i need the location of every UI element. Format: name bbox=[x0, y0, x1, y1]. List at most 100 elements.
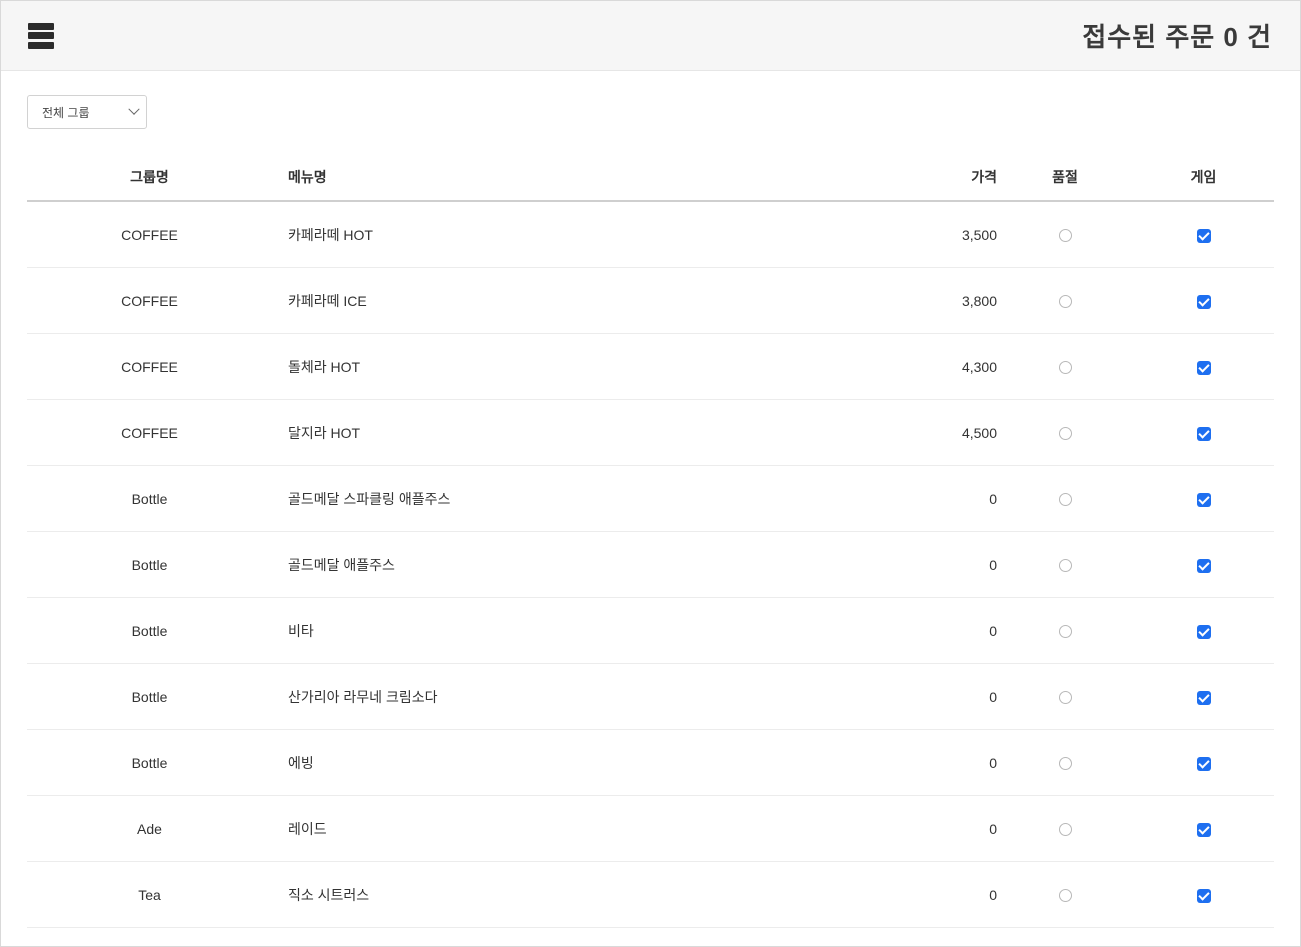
table-row: Bottle 산가리아 라무네 크림소다 0 bbox=[27, 663, 1274, 730]
display-checkbox[interactable] bbox=[1196, 756, 1211, 771]
row-menu-name: 카페라떼 ICE bbox=[272, 267, 877, 334]
table-row: Bottle 골드메달 애플주스 0 bbox=[27, 531, 1274, 598]
hamburger-icon[interactable] bbox=[28, 22, 54, 49]
menu-table-container: 그룹명 메뉴명 가격 품절 게임 COFFEE 카페라떼 HOT 3,500 COFF… bbox=[27, 153, 1274, 928]
hamburger-line bbox=[28, 22, 54, 30]
app-window: 접수된 주문 0 건 전체 그룹 그룹명 메뉴명 가격 품절 게임 COFFEE… bbox=[0, 0, 1301, 947]
row-price: 4,500 bbox=[877, 399, 997, 466]
row-menu-name: 카페라떼 HOT bbox=[272, 201, 877, 268]
menu-table: 그룹명 메뉴명 가격 품절 게임 COFFEE 카페라떼 HOT 3,500 COFF… bbox=[27, 153, 1274, 928]
chevron-down-icon bbox=[128, 103, 140, 115]
group-filter-value: 전체 그룹 bbox=[42, 105, 90, 120]
row-display-cell bbox=[1133, 729, 1274, 796]
display-checkbox[interactable] bbox=[1196, 492, 1211, 507]
row-group: Bottle bbox=[27, 597, 272, 664]
row-display-cell bbox=[1133, 531, 1274, 598]
hamburger-line bbox=[28, 32, 54, 39]
row-price: 0 bbox=[877, 531, 997, 598]
row-group: Bottle bbox=[27, 531, 272, 598]
soldout-radio[interactable] bbox=[1058, 691, 1072, 705]
soldout-radio[interactable] bbox=[1058, 559, 1072, 573]
row-price: 3,500 bbox=[877, 201, 997, 268]
row-price: 0 bbox=[877, 597, 997, 664]
table-row: Tea 직소 시트러스 0 bbox=[27, 861, 1274, 928]
soldout-radio[interactable] bbox=[1058, 757, 1072, 771]
row-price: 3,800 bbox=[877, 267, 997, 334]
row-menu-name: 비타 bbox=[272, 597, 877, 664]
display-checkbox[interactable] bbox=[1196, 888, 1211, 903]
row-group: Bottle bbox=[27, 663, 272, 730]
row-menu-name: 에빙 bbox=[272, 729, 877, 796]
row-soldout-cell bbox=[997, 795, 1133, 862]
header-display: 게임 bbox=[1133, 153, 1274, 202]
soldout-radio[interactable] bbox=[1058, 427, 1072, 441]
row-menu-name: 직소 시트러스 bbox=[272, 861, 877, 928]
row-price: 0 bbox=[877, 663, 997, 730]
row-group: COFFEE bbox=[27, 333, 272, 400]
row-display-cell bbox=[1133, 465, 1274, 532]
orders-status: 접수된 주문 0 건 bbox=[1082, 22, 1272, 52]
row-group: Bottle bbox=[27, 729, 272, 796]
soldout-radio[interactable] bbox=[1058, 295, 1072, 309]
row-display-cell bbox=[1133, 597, 1274, 664]
display-checkbox[interactable] bbox=[1196, 558, 1211, 573]
row-group: COFFEE bbox=[27, 201, 272, 268]
table-row: COFFEE 카페라떼 HOT 3,500 bbox=[27, 201, 1274, 268]
row-menu-name: 산가리아 라무네 크림소다 bbox=[272, 663, 877, 730]
row-display-cell bbox=[1133, 861, 1274, 928]
row-soldout-cell bbox=[997, 333, 1133, 400]
row-soldout-cell bbox=[997, 861, 1133, 928]
header-price: 가격 bbox=[877, 153, 997, 202]
row-group: Bottle bbox=[27, 465, 272, 532]
table-row: Bottle 골드메달 스파클링 애플주스 0 bbox=[27, 465, 1274, 532]
row-menu-name: 돌체라 HOT bbox=[272, 333, 877, 400]
row-menu-name: 달지라 HOT bbox=[272, 399, 877, 466]
group-filter-select[interactable]: 전체 그룹 bbox=[27, 95, 147, 129]
row-display-cell bbox=[1133, 399, 1274, 466]
soldout-radio[interactable] bbox=[1058, 823, 1072, 837]
row-display-cell bbox=[1133, 333, 1274, 400]
row-price: 0 bbox=[877, 861, 997, 928]
table-row: Bottle 에빙 0 bbox=[27, 729, 1274, 796]
row-price: 4,300 bbox=[877, 333, 997, 400]
display-checkbox[interactable] bbox=[1196, 228, 1211, 243]
display-checkbox[interactable] bbox=[1196, 360, 1211, 375]
soldout-radio[interactable] bbox=[1058, 229, 1072, 243]
display-checkbox[interactable] bbox=[1196, 822, 1211, 837]
filter-row: 전체 그룹 bbox=[1, 71, 1300, 153]
display-checkbox[interactable] bbox=[1196, 294, 1211, 309]
soldout-radio[interactable] bbox=[1058, 625, 1072, 639]
display-checkbox[interactable] bbox=[1196, 624, 1211, 639]
row-price: 0 bbox=[877, 795, 997, 862]
row-display-cell bbox=[1133, 201, 1274, 268]
table-row: COFFEE 돌체라 HOT 4,300 bbox=[27, 333, 1274, 400]
header-group: 그룹명 bbox=[27, 153, 272, 202]
display-checkbox[interactable] bbox=[1196, 426, 1211, 441]
soldout-radio[interactable] bbox=[1058, 493, 1072, 507]
top-bar: 접수된 주문 0 건 bbox=[1, 1, 1300, 71]
row-menu-name: 레이드 bbox=[272, 795, 877, 862]
row-group: COFFEE bbox=[27, 267, 272, 334]
row-price: 0 bbox=[877, 729, 997, 796]
row-soldout-cell bbox=[997, 201, 1133, 268]
row-soldout-cell bbox=[997, 267, 1133, 334]
header-soldout: 품절 bbox=[997, 153, 1133, 202]
row-soldout-cell bbox=[997, 399, 1133, 466]
row-soldout-cell bbox=[997, 531, 1133, 598]
row-menu-name: 골드메달 스파클링 애플주스 bbox=[272, 465, 877, 532]
hamburger-line bbox=[28, 41, 54, 49]
row-display-cell bbox=[1133, 663, 1274, 730]
display-checkbox[interactable] bbox=[1196, 690, 1211, 705]
row-menu-name: 골드메달 애플주스 bbox=[272, 531, 877, 598]
table-row: COFFEE 달지라 HOT 4,500 bbox=[27, 399, 1274, 466]
row-soldout-cell bbox=[997, 597, 1133, 664]
table-row: Bottle 비타 0 bbox=[27, 597, 1274, 664]
row-soldout-cell bbox=[997, 729, 1133, 796]
table-row: COFFEE 카페라떼 ICE 3,800 bbox=[27, 267, 1274, 334]
soldout-radio[interactable] bbox=[1058, 889, 1072, 903]
row-group: Tea bbox=[27, 861, 272, 928]
table-row: Ade 레이드 0 bbox=[27, 795, 1274, 862]
soldout-radio[interactable] bbox=[1058, 361, 1072, 375]
row-soldout-cell bbox=[997, 465, 1133, 532]
table-body: COFFEE 카페라떼 HOT 3,500 COFFEE 카페라떼 ICE 3,800 CO… bbox=[27, 201, 1274, 928]
